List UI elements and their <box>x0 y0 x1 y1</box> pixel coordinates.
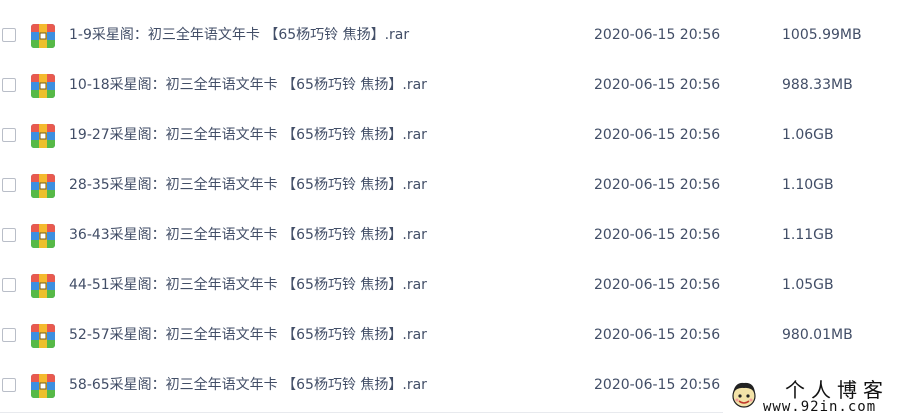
rar-archive-icon <box>31 274 55 298</box>
rar-archive-icon <box>31 324 55 348</box>
file-modified-date: 2020-06-15 20:56 <box>594 77 721 93</box>
rar-archive-icon <box>31 374 55 398</box>
file-modified-date: 2020-06-15 20:56 <box>594 227 721 243</box>
file-name[interactable]: 52-57采星阁：初三全年语文年卡 【65杨巧铃 焦扬】.rar <box>69 326 427 344</box>
row-checkbox[interactable] <box>2 328 16 342</box>
blog-watermark: 个人博客 www.92in.com <box>723 372 917 419</box>
file-name[interactable]: 10-18采星阁：初三全年语文年卡 【65杨巧铃 焦扬】.rar <box>69 76 427 94</box>
file-name[interactable]: 1-9采星阁：初三全年语文年卡 【65杨巧铃 焦扬】.rar <box>69 26 409 44</box>
file-size: 1.10GB <box>782 177 834 193</box>
rar-archive-icon <box>31 124 55 148</box>
file-row[interactable]: 28-35采星阁：初三全年语文年卡 【65杨巧铃 焦扬】.rar 2020-06… <box>0 161 917 211</box>
file-name[interactable]: 28-35采星阁：初三全年语文年卡 【65杨巧铃 焦扬】.rar <box>69 176 427 194</box>
file-row[interactable]: 36-43采星阁：初三全年语文年卡 【65杨巧铃 焦扬】.rar 2020-06… <box>0 211 917 261</box>
file-row[interactable]: 52-57采星阁：初三全年语文年卡 【65杨巧铃 焦扬】.rar 2020-06… <box>0 311 917 361</box>
file-name[interactable]: 19-27采星阁：初三全年语文年卡 【65杨巧铃 焦扬】.rar <box>69 126 427 144</box>
rar-archive-icon <box>31 74 55 98</box>
rar-archive-icon <box>31 174 55 198</box>
file-modified-date: 2020-06-15 20:56 <box>594 177 721 193</box>
list-bottom-divider <box>0 412 723 413</box>
file-name[interactable]: 58-65采星阁：初三全年语文年卡 【65杨巧铃 焦扬】.rar <box>69 376 427 394</box>
file-size: 1.06GB <box>782 127 834 143</box>
file-size: 980.01MB <box>782 327 853 343</box>
file-modified-date: 2020-06-15 20:56 <box>594 127 721 143</box>
file-size: 1005.99MB <box>782 27 862 43</box>
file-modified-date: 2020-06-15 20:56 <box>594 277 721 293</box>
file-row[interactable]: 1-9采星阁：初三全年语文年卡 【65杨巧铃 焦扬】.rar 2020-06-1… <box>0 11 917 61</box>
file-name[interactable]: 36-43采星阁：初三全年语文年卡 【65杨巧铃 焦扬】.rar <box>69 226 427 244</box>
file-row[interactable]: 10-18采星阁：初三全年语文年卡 【65杨巧铃 焦扬】.rar 2020-06… <box>0 61 917 111</box>
file-list: 1-9采星阁：初三全年语文年卡 【65杨巧铃 焦扬】.rar 2020-06-1… <box>0 11 917 411</box>
file-size: 1.05GB <box>782 277 834 293</box>
file-name[interactable]: 44-51采星阁：初三全年语文年卡 【65杨巧铃 焦扬】.rar <box>69 276 427 294</box>
file-size: 988.33MB <box>782 77 853 93</box>
file-size: 1.11GB <box>782 227 834 243</box>
cartoon-face-icon <box>732 382 756 408</box>
rar-archive-icon <box>31 224 55 248</box>
row-checkbox[interactable] <box>2 378 16 392</box>
file-modified-date: 2020-06-15 20:56 <box>594 377 721 393</box>
row-checkbox[interactable] <box>2 28 16 42</box>
row-checkbox[interactable] <box>2 278 16 292</box>
file-modified-date: 2020-06-15 20:56 <box>594 327 721 343</box>
file-modified-date: 2020-06-15 20:56 <box>594 27 721 43</box>
watermark-url: www.92in.com <box>763 399 877 415</box>
row-checkbox[interactable] <box>2 178 16 192</box>
file-row[interactable]: 44-51采星阁：初三全年语文年卡 【65杨巧铃 焦扬】.rar 2020-06… <box>0 261 917 311</box>
rar-archive-icon <box>31 24 55 48</box>
row-checkbox[interactable] <box>2 78 16 92</box>
row-checkbox[interactable] <box>2 128 16 142</box>
file-row[interactable]: 19-27采星阁：初三全年语文年卡 【65杨巧铃 焦扬】.rar 2020-06… <box>0 111 917 161</box>
row-checkbox[interactable] <box>2 228 16 242</box>
